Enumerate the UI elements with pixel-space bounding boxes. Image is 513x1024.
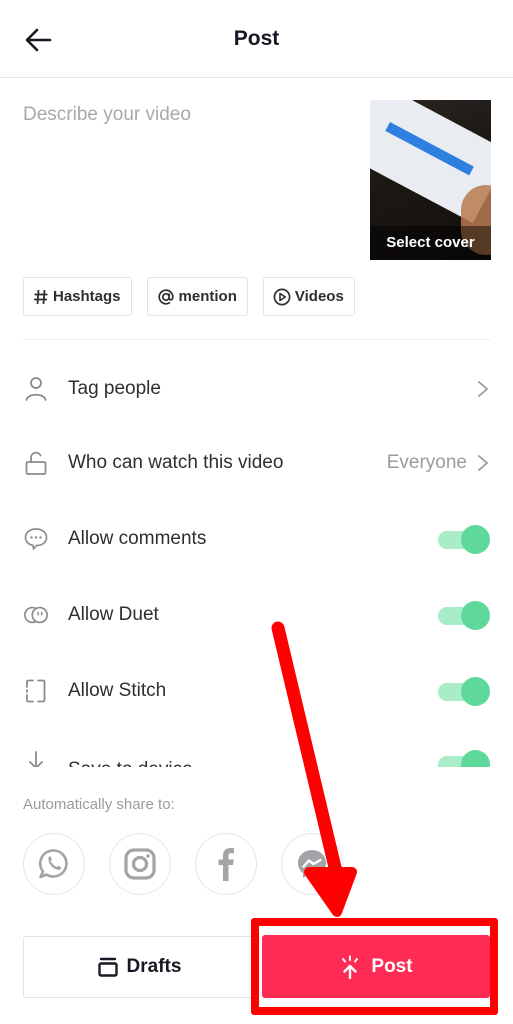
allow-comments-row: Allow comments [0, 511, 513, 567]
description-input[interactable]: Describe your video [23, 104, 191, 126]
allow-comments-label: Allow comments [68, 528, 207, 549]
save-to-device-row: Save to device [0, 745, 513, 767]
person-icon [25, 377, 47, 401]
save-to-device-toggle[interactable] [438, 750, 490, 767]
select-cover-label: Select cover [370, 226, 491, 260]
drafts-button[interactable]: Drafts [23, 936, 255, 998]
allow-stitch-label: Allow Stitch [68, 680, 167, 701]
share-whatsapp-button[interactable] [23, 833, 85, 895]
top-bar: Post [0, 0, 513, 78]
toggle-knob [461, 601, 490, 630]
allow-comments-toggle[interactable] [438, 525, 490, 554]
who-can-watch-row[interactable]: Who can watch this video Everyone [0, 435, 513, 491]
mention-chip[interactable]: mention [146, 277, 248, 316]
comment-icon [24, 528, 48, 550]
instagram-icon [124, 848, 156, 880]
toggle-knob [461, 750, 490, 767]
mention-label: mention [178, 288, 237, 305]
post-sparkle-arrow-icon [342, 955, 359, 979]
share-targets [23, 833, 343, 895]
videos-chip[interactable]: Videos [262, 277, 355, 316]
save-to-device-label: Save to device [68, 759, 193, 767]
section-divider [23, 339, 490, 340]
share-instagram-button[interactable] [109, 833, 171, 895]
allow-duet-label: Allow Duet [68, 604, 159, 625]
post-label: Post [371, 955, 413, 977]
drafts-label: Drafts [126, 956, 182, 977]
allow-stitch-row: Allow Stitch [0, 663, 513, 719]
chevron-right-icon [478, 381, 489, 397]
description-chips: Hashtags mention Videos [23, 277, 355, 316]
hashtags-label: Hashtags [53, 288, 121, 305]
cover-thumbnail[interactable]: Select cover [370, 100, 491, 260]
download-icon [29, 751, 43, 767]
auto-share-label: Automatically share to: [23, 796, 175, 813]
chevron-right-icon [478, 455, 489, 471]
toggle-knob [461, 525, 490, 554]
unlock-icon [25, 451, 47, 475]
tag-people-row[interactable]: Tag people [0, 361, 513, 417]
tag-people-label: Tag people [68, 378, 161, 399]
facebook-icon [218, 848, 234, 881]
play-circle-icon [273, 288, 291, 305]
at-icon [157, 288, 174, 305]
share-facebook-button[interactable] [195, 833, 257, 895]
duet-icon [24, 606, 48, 624]
hashtags-chip[interactable]: Hashtags [23, 277, 132, 316]
share-messenger-button[interactable] [281, 833, 343, 895]
page-title: Post [233, 27, 280, 50]
who-can-watch-value: Everyone [386, 452, 467, 473]
messenger-icon [298, 850, 326, 878]
whatsapp-icon [38, 849, 68, 879]
post-button[interactable]: Post [262, 935, 490, 998]
stitch-icon [26, 679, 46, 703]
allow-duet-toggle[interactable] [438, 601, 490, 630]
allow-duet-row: Allow Duet [0, 587, 513, 643]
who-can-watch-label: Who can watch this video [68, 452, 284, 473]
toggle-knob [461, 677, 490, 706]
hashtag-icon [34, 289, 48, 304]
drafts-icon [97, 957, 118, 977]
scroll-clip: Save to device [0, 745, 513, 767]
allow-stitch-toggle[interactable] [438, 677, 490, 706]
videos-label: Videos [294, 288, 344, 305]
